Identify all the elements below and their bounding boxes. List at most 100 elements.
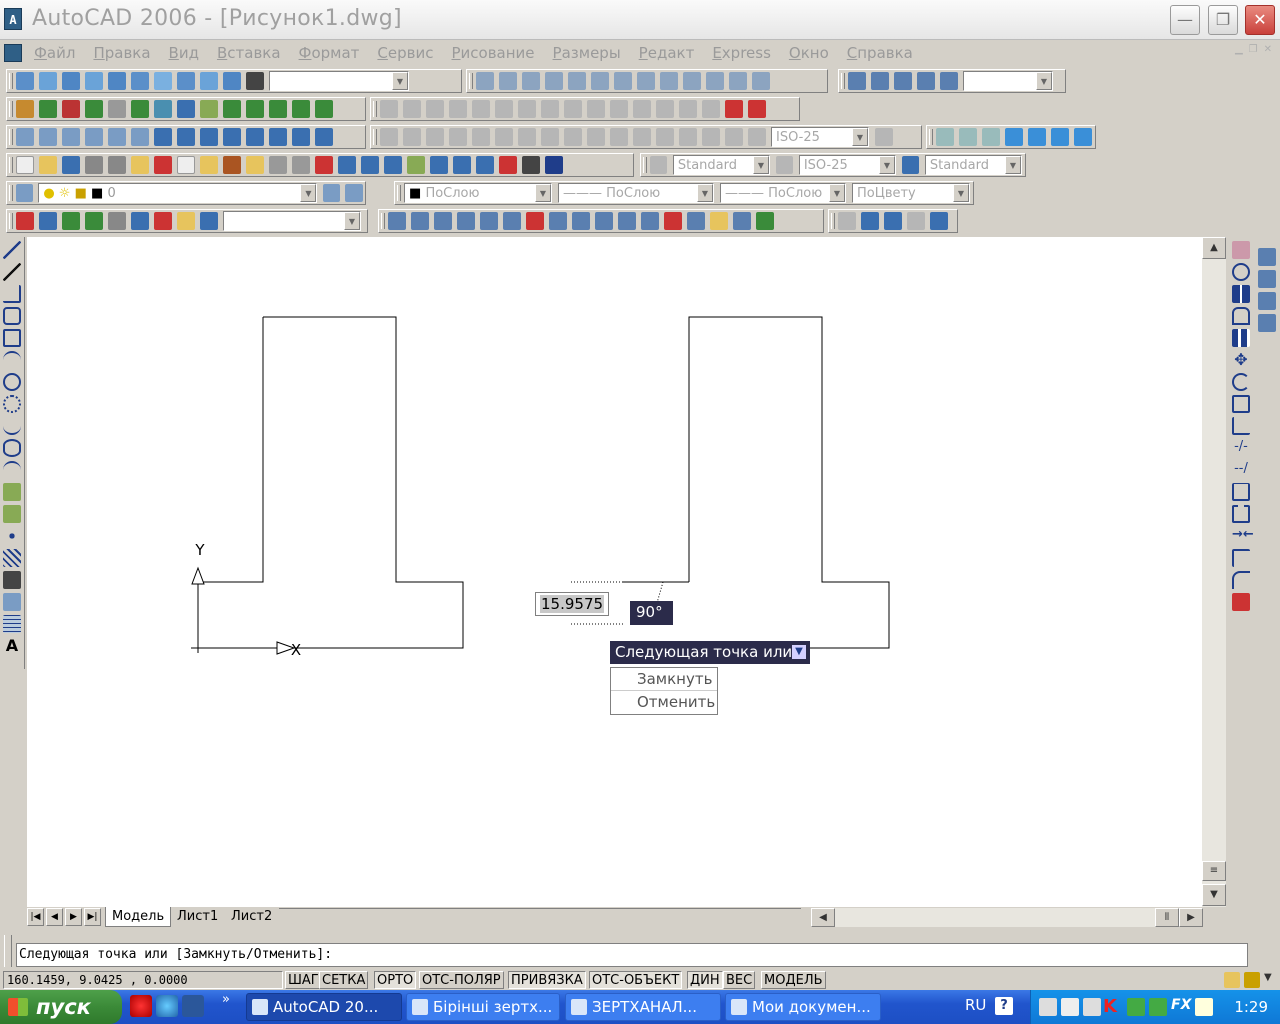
imprint-icon[interactable]: [686, 212, 705, 230]
dim-edit-icon[interactable]: [701, 128, 720, 146]
array-icon[interactable]: [1232, 329, 1250, 347]
autocad-app-icon[interactable]: A: [4, 8, 22, 30]
front-view-icon[interactable]: [130, 72, 149, 90]
mouse-tray-icon[interactable]: [1083, 998, 1101, 1016]
menu-help[interactable]: Справка: [847, 44, 913, 62]
distance-icon[interactable]: [837, 212, 856, 230]
gouraud-shaded-icon[interactable]: [1027, 128, 1046, 146]
setup-drawing-icon[interactable]: [268, 128, 287, 146]
snap-midpoint-icon[interactable]: [448, 100, 467, 118]
flat-edges-icon[interactable]: [1050, 128, 1069, 146]
drawn-polyline-2[interactable]: [688, 316, 890, 649]
grid-toggle[interactable]: СЕТКА: [319, 971, 369, 989]
task-autocad[interactable]: AutoCAD 20...: [246, 993, 402, 1021]
multiline-text-icon[interactable]: A: [3, 637, 21, 655]
move-icon[interactable]: ✥: [1232, 351, 1250, 369]
mdi-restore-icon[interactable]: ❐: [1249, 44, 1258, 55]
left-view-icon[interactable]: [84, 72, 103, 90]
document-icon[interactable]: [4, 44, 22, 62]
table-icon[interactable]: [3, 615, 21, 633]
new-icon[interactable]: [15, 156, 34, 174]
menu-view[interactable]: Вид: [169, 44, 199, 62]
quick-dim-icon[interactable]: [563, 128, 582, 146]
top-view-icon[interactable]: [38, 72, 57, 90]
mapping-icon[interactable]: [153, 100, 172, 118]
temp-track-icon[interactable]: [379, 100, 398, 118]
layer-merge-icon[interactable]: [199, 212, 218, 230]
construction-line-icon[interactable]: [3, 263, 21, 281]
move-faces-icon[interactable]: [479, 212, 498, 230]
list-icon[interactable]: [906, 212, 925, 230]
down-arrow-icon[interactable]: ▼: [792, 645, 806, 659]
snap-nearest-icon[interactable]: [701, 100, 720, 118]
network-tray-icon[interactable]: [1127, 998, 1145, 1016]
scale-icon[interactable]: [1232, 395, 1250, 413]
dim-update-icon[interactable]: [747, 128, 766, 146]
disk-tray-icon[interactable]: [1061, 998, 1079, 1016]
ellipse-icon[interactable]: [3, 439, 21, 457]
copy-edges-icon[interactable]: [640, 212, 659, 230]
command-line[interactable]: Следующая точка или [Замкнуть/Отменить]:: [16, 943, 1248, 967]
hide-icon[interactable]: [15, 100, 34, 118]
language-help-icon[interactable]: ?: [995, 997, 1013, 1015]
chevron-down-icon[interactable]: ▼: [344, 212, 360, 230]
color-edges-icon[interactable]: [663, 212, 682, 230]
minimize-button[interactable]: —: [1170, 5, 1200, 35]
region-icon[interactable]: [3, 593, 21, 611]
se-iso-icon[interactable]: [199, 72, 218, 90]
materials-library-icon[interactable]: [130, 100, 149, 118]
ucs-x-icon[interactable]: [682, 72, 701, 90]
fx-tray-icon[interactable]: FX: [1171, 997, 1191, 1013]
open-icon[interactable]: [38, 156, 57, 174]
quick-launch-expand-icon[interactable]: »: [222, 992, 230, 1007]
wedge-icon[interactable]: [107, 128, 126, 146]
table-style-icon[interactable]: [901, 156, 920, 174]
layer-combo[interactable]: ● ☼ ■ ■ 0 ▼: [38, 183, 318, 203]
clean-icon[interactable]: [709, 212, 728, 230]
rotate-faces-icon[interactable]: [548, 212, 567, 230]
lock-icon[interactable]: ■: [75, 186, 87, 201]
bottom-view-icon[interactable]: [61, 72, 80, 90]
menu-file[interactable]: Файл: [34, 44, 75, 62]
chevron-down-icon[interactable]: ▼: [535, 184, 551, 202]
text-style-icon[interactable]: [649, 156, 668, 174]
clock[interactable]: 1:29: [1234, 990, 1268, 1024]
named-views-icon[interactable]: [15, 72, 34, 90]
sw-iso-icon[interactable]: [176, 72, 195, 90]
chevron-down-icon[interactable]: ▼: [953, 184, 969, 202]
scroll-up-icon[interactable]: ▲: [1202, 237, 1226, 259]
line-icon[interactable]: [3, 241, 21, 259]
drawn-polyline-1b[interactable]: [198, 317, 264, 583]
ucs-world-icon[interactable]: [498, 72, 517, 90]
viewport-scale-combo[interactable]: ▼: [963, 71, 1053, 91]
gouraud-edges-icon[interactable]: [1073, 128, 1092, 146]
toolbar-lock-icon[interactable]: [1244, 972, 1260, 988]
dyn-toggle[interactable]: ДИН: [687, 971, 723, 989]
network-tray-icon-2[interactable]: [1149, 998, 1167, 1016]
copy-icon[interactable]: [176, 156, 195, 174]
polygonal-viewport-icon[interactable]: [893, 72, 912, 90]
menu-dimension[interactable]: Размеры: [553, 44, 621, 62]
2d-wireframe-icon[interactable]: [935, 128, 954, 146]
delete-faces-icon[interactable]: [525, 212, 544, 230]
back-view-icon[interactable]: [153, 72, 172, 90]
ucs-y-icon[interactable]: [705, 72, 724, 90]
chevron-down-icon[interactable]: ▼: [879, 156, 895, 174]
clip-viewport-icon[interactable]: [939, 72, 958, 90]
box-icon[interactable]: [15, 128, 34, 146]
dim-style-icon[interactable]: [874, 128, 893, 146]
send-under-icon[interactable]: [1258, 314, 1276, 332]
arc-icon[interactable]: [3, 351, 21, 369]
ucs-face-icon[interactable]: [544, 72, 563, 90]
aligned-dim-icon[interactable]: [402, 128, 421, 146]
snap-none-icon[interactable]: [724, 100, 743, 118]
extrude-icon[interactable]: [153, 128, 172, 146]
properties-icon[interactable]: [406, 156, 425, 174]
spline-icon[interactable]: [3, 417, 21, 435]
chevron-down-icon[interactable]: ▼: [753, 156, 769, 174]
copy-object-icon[interactable]: [1232, 263, 1250, 281]
trim-icon[interactable]: -/-: [1232, 439, 1250, 457]
ucs-view-icon[interactable]: [590, 72, 609, 90]
dim-text-edit-icon[interactable]: [724, 128, 743, 146]
osnap-settings-icon[interactable]: [747, 100, 766, 118]
